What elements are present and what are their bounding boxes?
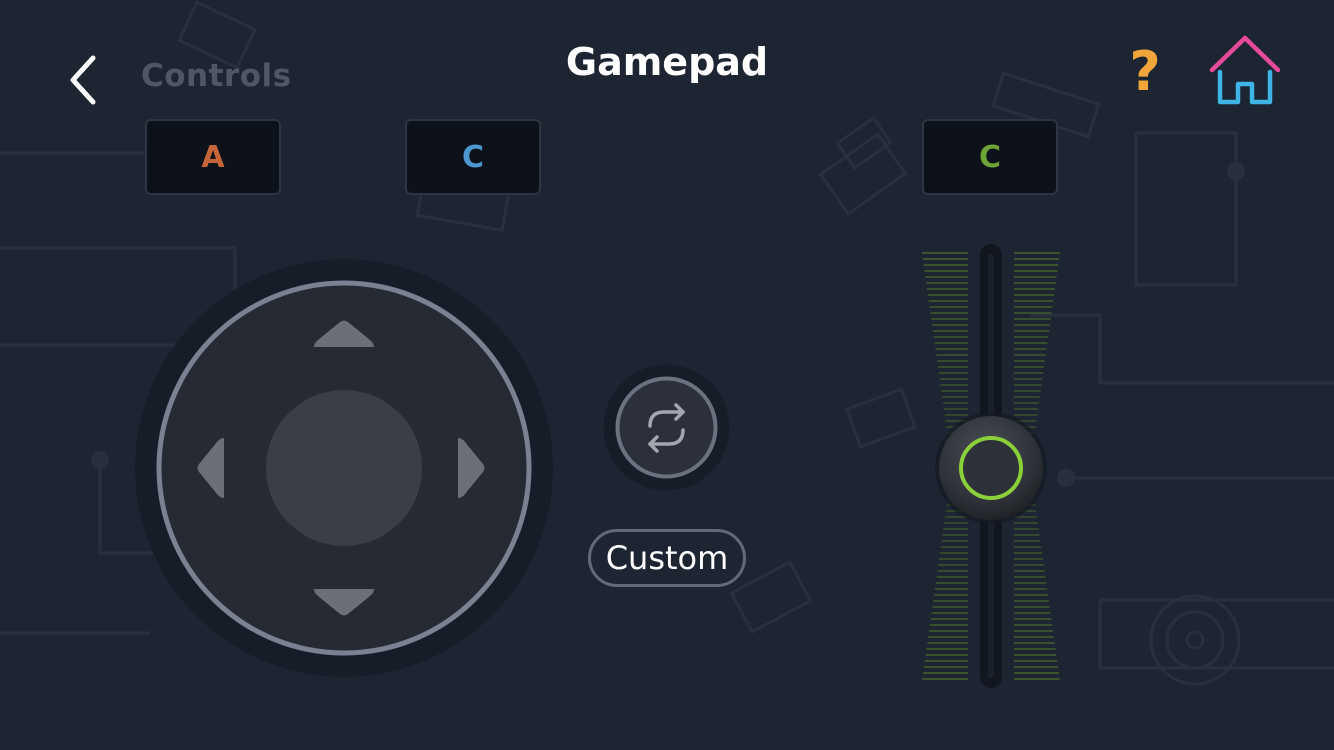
slider-knob[interactable] (935, 412, 1047, 524)
custom-mode-label: Custom (605, 539, 729, 577)
chevron-left-icon (70, 55, 96, 105)
slider-ring (959, 436, 1023, 500)
question-mark-icon: ? (1129, 39, 1161, 103)
page-title: Gamepad (565, 40, 769, 84)
key-button-c-blue[interactable]: C (405, 119, 541, 195)
swap-button[interactable] (603, 364, 730, 491)
home-button[interactable] (1206, 32, 1284, 110)
home-icon (1209, 35, 1281, 105)
directional-pad[interactable] (135, 259, 553, 677)
vertical-slider[interactable] (920, 240, 1062, 692)
key-button-a[interactable]: A (145, 119, 281, 195)
key-label: A (201, 139, 225, 175)
key-button-c-green[interactable]: C (922, 119, 1058, 195)
joystick-knob[interactable] (266, 390, 422, 546)
key-label: C (461, 139, 485, 175)
key-label: C (978, 139, 1002, 175)
gamepad-screen: Controls Gamepad ? A C C Custom (0, 0, 1334, 750)
help-button[interactable]: ? (1118, 39, 1172, 103)
custom-mode-button[interactable]: Custom (588, 529, 746, 587)
back-label[interactable]: Controls (141, 58, 292, 94)
back-button[interactable] (58, 50, 106, 110)
